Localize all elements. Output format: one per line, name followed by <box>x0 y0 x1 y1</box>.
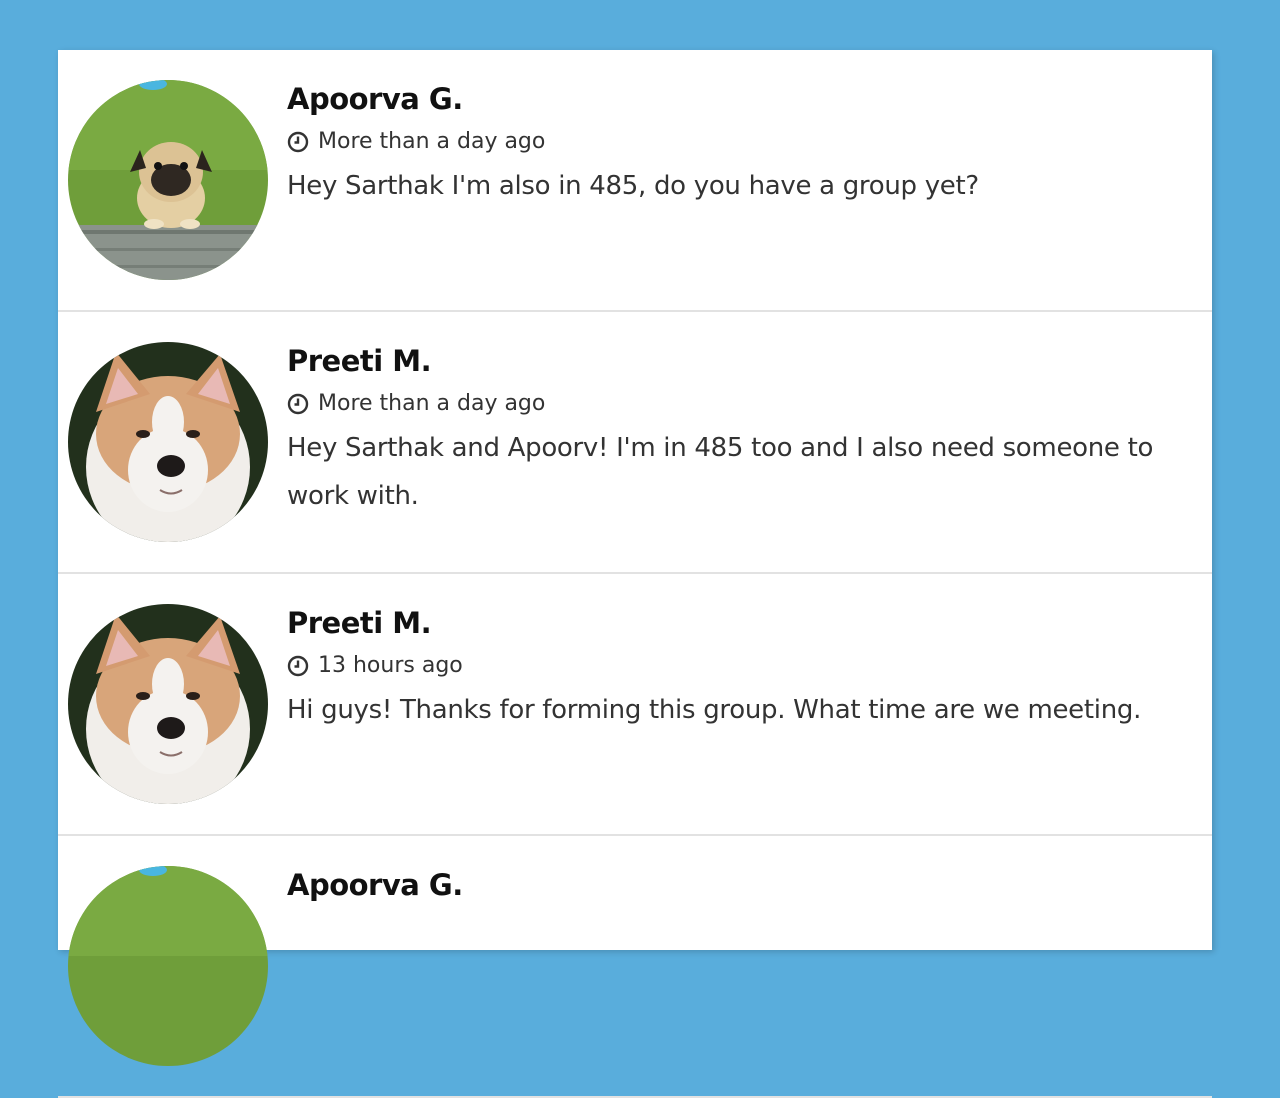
avatar-preeti[interactable] <box>68 342 268 542</box>
akita-avatar-image <box>68 342 268 542</box>
author-name[interactable]: Apoorva G. <box>287 866 1200 904</box>
akita-avatar-image <box>68 604 268 804</box>
message-content: Preeti M. 13 hours ago Hi guys! Thanks f… <box>287 604 1200 734</box>
clock-icon <box>287 655 309 677</box>
clock-icon <box>287 131 309 153</box>
avatar-apoorva[interactable] <box>68 866 268 1066</box>
message-item: Preeti M. 13 hours ago Hi guys! Thanks f… <box>58 574 1212 836</box>
avatar-preeti[interactable] <box>68 604 268 804</box>
message-text: Hi guys! Thanks for forming this group. … <box>287 695 1142 725</box>
timestamp-text: More than a day ago <box>318 391 546 416</box>
clock-icon <box>287 393 309 415</box>
pug-avatar-image <box>68 80 268 280</box>
author-name[interactable]: Apoorva G. <box>287 80 1200 118</box>
message-item: Preeti M. More than a day ago Hey Sartha… <box>58 312 1212 574</box>
timestamp-text: More than a day ago <box>318 129 546 154</box>
author-name[interactable]: Preeti M. <box>287 604 1200 642</box>
message-text: Hey Sarthak I'm also in 485, do you have… <box>287 171 979 201</box>
timestamp: More than a day ago <box>287 128 1200 156</box>
message-content: Apoorva G. More than a day ago Hey Sarth… <box>287 80 1200 210</box>
avatar-apoorva[interactable] <box>68 80 268 280</box>
author-name[interactable]: Preeti M. <box>287 342 1200 380</box>
message-text: Hey Sarthak and Apoorv! I'm in 485 too a… <box>287 433 1154 511</box>
message-content: Preeti M. More than a day ago Hey Sartha… <box>287 342 1200 520</box>
timestamp: More than a day ago <box>287 390 1200 418</box>
timestamp: 13 hours ago <box>287 652 1200 680</box>
message-item: Apoorva G. <box>58 836 1212 1098</box>
message-list: Apoorva G. More than a day ago Hey Sarth… <box>58 50 1212 1098</box>
pug-avatar-image <box>68 866 268 1066</box>
message-content: Apoorva G. <box>287 866 1200 904</box>
message-item: Apoorva G. More than a day ago Hey Sarth… <box>58 50 1212 312</box>
timestamp-text: 13 hours ago <box>318 653 463 678</box>
